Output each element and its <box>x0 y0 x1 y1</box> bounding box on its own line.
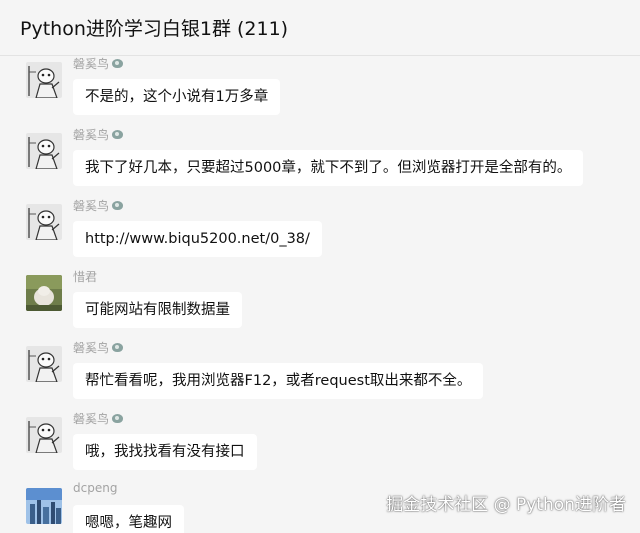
sender-name: 惜君 <box>73 268 97 285</box>
sender-name-text: 惜君 <box>73 270 98 284</box>
message-bubble[interactable]: 我下了好几本，只要超过5000章，就下不到了。但浏览器打开是全部有的。 <box>73 150 584 186</box>
level-badge-icon <box>112 201 124 210</box>
photo-avatar-icon <box>26 275 62 311</box>
sender-name-text: 磐奚鸟 <box>73 57 110 71</box>
message-link-bubble[interactable]: http://www.biqu5200.net/0_38/ <box>73 221 322 257</box>
sender-name: 磐奚鸟 <box>73 339 124 356</box>
sender-name-text: 磐奚鸟 <box>73 128 110 142</box>
sender-name: 磐奚鸟 <box>73 126 124 143</box>
avatar[interactable] <box>26 62 62 98</box>
sender-name: 磐奚鸟 <box>73 197 124 214</box>
message-bubble[interactable]: 可能网站有限制数据量 <box>73 292 242 328</box>
chat-header: Python进阶学习白银1群 (211) <box>0 0 640 56</box>
cartoon-avatar-icon <box>26 204 62 240</box>
sender-name: 磐奚鸟 <box>73 410 124 427</box>
avatar[interactable] <box>26 346 62 382</box>
message-bubble[interactable]: 哦，我找找看有没有接口 <box>73 434 257 470</box>
message-bubble[interactable]: 帮忙看看呢，我用浏览器F12，或者request取出来都不全。 <box>73 363 484 399</box>
sender-name-text: dcpeng <box>73 481 118 495</box>
level-badge-icon <box>112 130 124 139</box>
level-badge-icon <box>112 59 124 68</box>
sender-name: dcpeng <box>73 481 117 495</box>
sender-name-text: 磐奚鸟 <box>73 341 110 355</box>
chat-title: Python进阶学习白银1群 (211) <box>20 18 289 40</box>
avatar[interactable] <box>26 133 62 169</box>
avatar[interactable] <box>26 204 62 240</box>
cartoon-avatar-icon <box>26 346 62 382</box>
sender-name-text: 磐奚鸟 <box>73 412 110 426</box>
message-bubble[interactable]: 不是的，这个小说有1万多章 <box>73 79 281 115</box>
watermark: 掘金技术社区 @ Python进阶者 <box>386 495 626 515</box>
avatar[interactable] <box>26 275 62 311</box>
message-bubble[interactable]: 嗯嗯，笔趣网 <box>73 505 184 533</box>
sender-name-text: 磐奚鸟 <box>73 199 110 213</box>
avatar[interactable] <box>26 417 62 453</box>
level-badge-icon <box>112 414 124 423</box>
cartoon-avatar-icon <box>26 133 62 169</box>
sender-name: 磐奚鸟 <box>73 56 124 72</box>
message-list[interactable]: 磐奚鸟 不是的，这个小说有1万多章 磐奚鸟 我下了好几本，只要超过5000章，就… <box>0 56 640 533</box>
cartoon-avatar-icon <box>26 417 62 453</box>
level-badge-icon <box>112 343 124 352</box>
cartoon-avatar-icon <box>26 62 62 98</box>
city-avatar-icon <box>26 488 62 524</box>
avatar[interactable] <box>26 488 62 524</box>
